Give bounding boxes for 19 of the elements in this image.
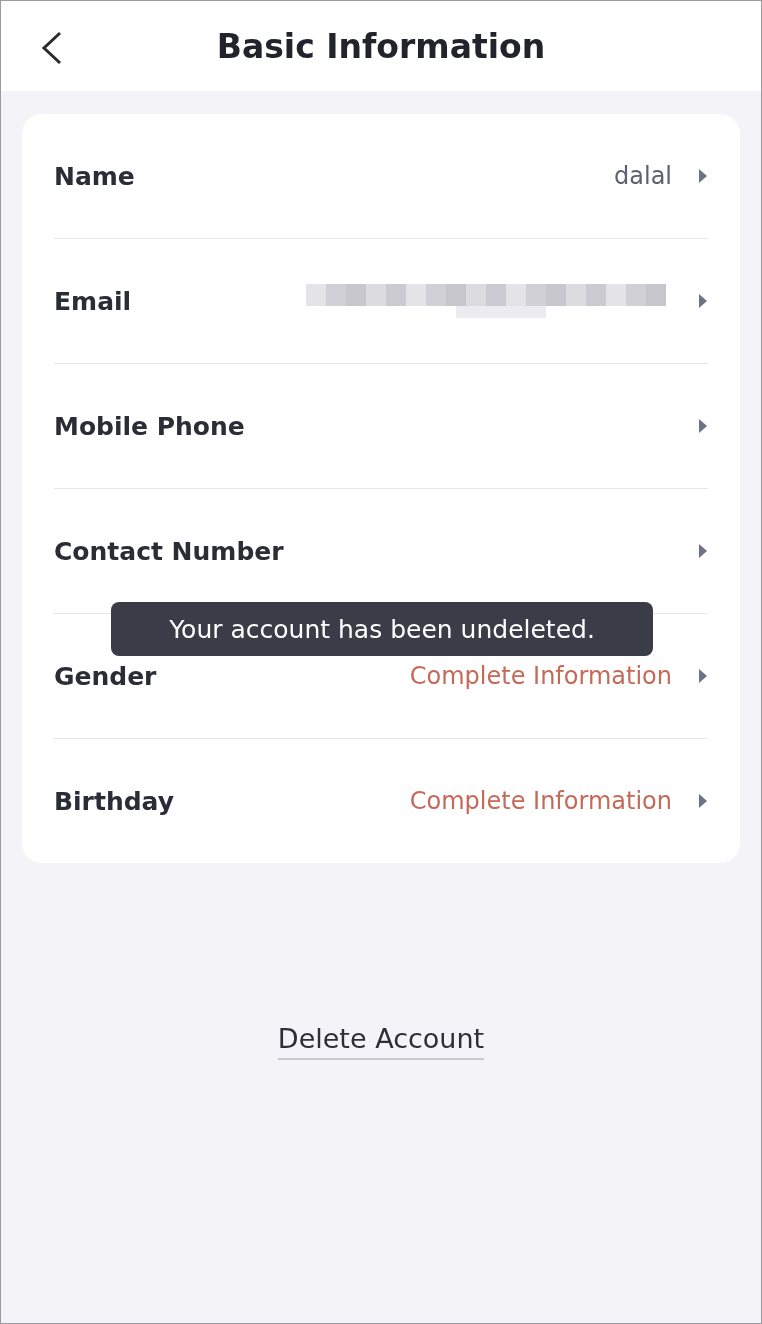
field-label: Gender [54,661,158,691]
field-label: Name [54,161,136,191]
chevron-right-icon[interactable] [698,543,708,559]
delete-account-link[interactable]: Delete Account [277,1023,485,1060]
toast-message: Your account has been undeleted. [111,602,653,656]
chevron-right-icon[interactable] [698,168,708,184]
field-value: Complete Information [409,787,672,815]
field-label: Email [54,286,133,316]
field-label: Birthday [54,786,175,816]
chevron-right-icon[interactable] [698,668,708,684]
chevron-right-icon[interactable] [698,293,708,309]
chevron-right-icon[interactable] [698,418,708,434]
back-icon[interactable] [41,31,63,65]
field-value: dalal [614,162,672,190]
chevron-right-icon[interactable] [698,793,708,809]
field-label: Contact Number [54,536,285,566]
field-value: Complete Information [409,662,672,690]
field-label: Mobile Phone [54,411,246,441]
page-title: Basic Information [216,26,546,66]
